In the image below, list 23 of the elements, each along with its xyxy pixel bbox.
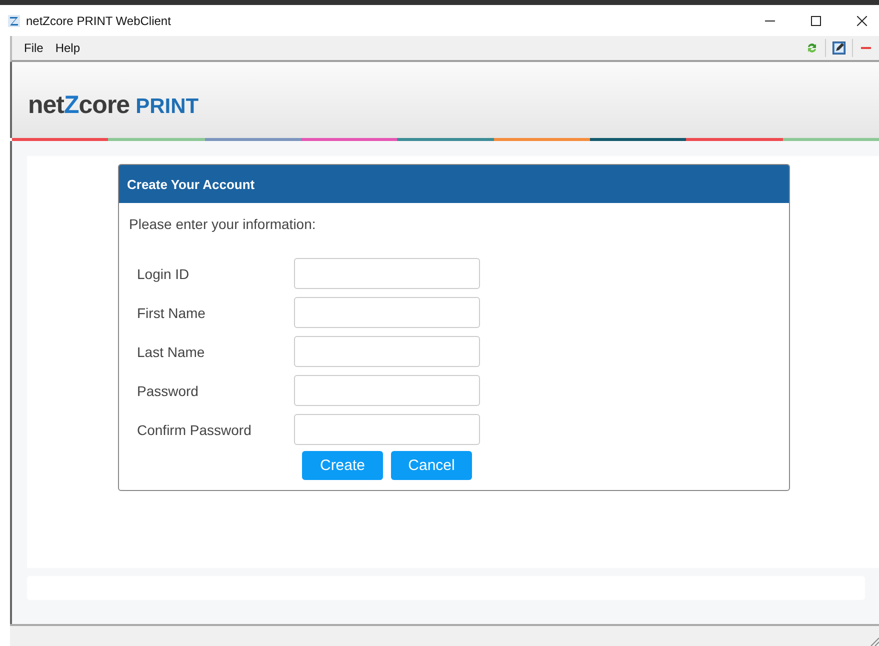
form-title: Create Your Account <box>127 176 255 192</box>
input-field[interactable] <box>294 414 480 445</box>
input-field[interactable] <box>294 336 480 367</box>
input-field[interactable] <box>294 375 480 406</box>
logo-text: netZcore <box>28 90 130 120</box>
field-label: First Name <box>137 304 206 320</box>
menu-item[interactable]: Help <box>55 41 80 55</box>
field-label: Login ID <box>137 266 190 282</box>
field-label: Last Name <box>137 344 206 360</box>
input-field[interactable] <box>294 258 480 289</box>
close-icon[interactable] <box>857 16 867 26</box>
app-icon <box>8 14 20 26</box>
intro-text: Please enter your information: <box>128 215 317 232</box>
logo-product: PRINT <box>136 94 199 118</box>
edit-icon[interactable] <box>832 41 846 55</box>
window-title: netZcore PRINT WebClient <box>26 14 171 28</box>
resize-grip-icon[interactable] <box>869 636 879 646</box>
menu-item[interactable]: File <box>24 41 44 55</box>
maximize-icon[interactable] <box>811 16 821 26</box>
field-label: Password <box>137 382 200 398</box>
field-label: Confirm Password <box>137 422 252 438</box>
input-field[interactable] <box>294 297 480 328</box>
refresh-icon[interactable] <box>805 41 819 55</box>
